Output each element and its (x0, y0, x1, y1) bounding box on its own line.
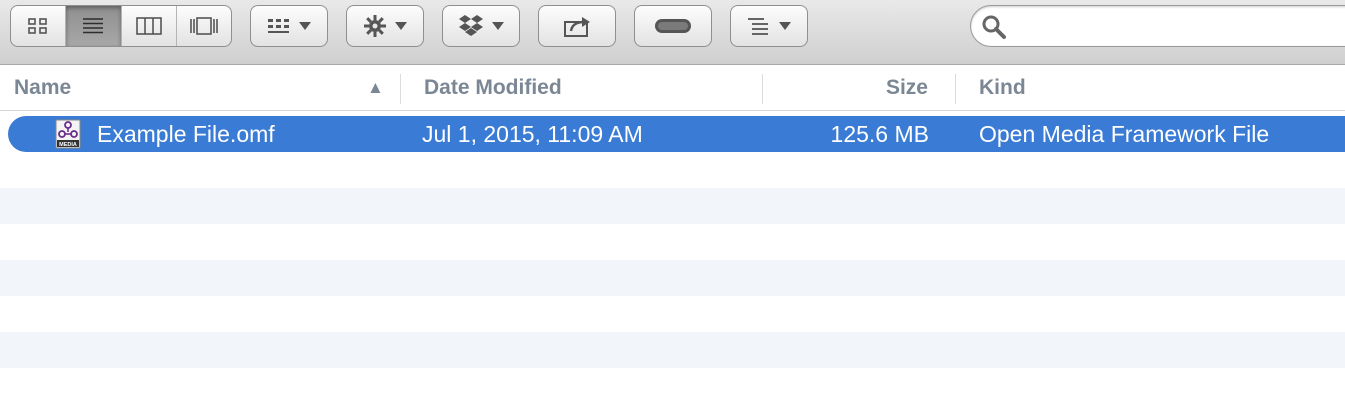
search-icon (982, 15, 1006, 39)
column-view-button[interactable] (122, 6, 177, 46)
share-icon (564, 17, 590, 37)
column-header-name-label: Name (14, 76, 72, 99)
column-header-kind[interactable]: Kind (979, 66, 1329, 110)
column-view-icon (135, 17, 162, 35)
column-header-size[interactable]: Size (762, 66, 928, 110)
file-icon-label: MEDIA (59, 142, 77, 148)
chevron-down-icon (492, 22, 504, 30)
chevron-down-icon (395, 22, 407, 30)
sort-list-icon (748, 18, 768, 35)
cover-flow-icon (190, 17, 218, 35)
search-field[interactable] (970, 5, 1345, 47)
action-button[interactable] (346, 5, 424, 47)
list-view-button[interactable] (66, 6, 122, 46)
chevron-down-icon (299, 22, 311, 30)
column-header-kind-label: Kind (979, 76, 1026, 99)
share-button[interactable] (538, 5, 616, 47)
dropbox-icon (459, 15, 483, 36)
chevron-down-icon (779, 22, 791, 30)
column-header-size-label: Size (885, 76, 928, 99)
tag-pill-icon (655, 19, 691, 33)
gear-icon (364, 15, 386, 37)
empty-row (0, 188, 1345, 224)
empty-row (0, 152, 1345, 188)
list-view-icon (83, 18, 104, 34)
column-divider[interactable] (955, 74, 956, 104)
column-header-date-modified[interactable]: Date Modified (424, 66, 754, 110)
dropbox-button[interactable] (442, 5, 520, 47)
finder-toolbar (0, 0, 1345, 65)
arrange-grid-icon (268, 19, 289, 33)
empty-row (0, 296, 1345, 332)
sort-ascending-icon: ▲ (367, 78, 384, 97)
empty-row (0, 332, 1345, 368)
empty-row (0, 224, 1345, 260)
omf-media-file-icon: MEDIA (55, 119, 81, 149)
icon-view-button[interactable] (11, 6, 67, 46)
search-input[interactable] (1015, 14, 1339, 40)
arrange-button[interactable] (250, 5, 328, 47)
file-name: Example File.omf (97, 121, 275, 147)
sort-button[interactable] (730, 5, 808, 47)
empty-row (0, 368, 1345, 404)
tags-button[interactable] (634, 5, 712, 47)
icon-view-icon (28, 18, 47, 34)
file-kind: Open Media Framework File (979, 121, 1270, 147)
column-header-name[interactable]: Name (14, 66, 394, 110)
column-header-date-label: Date Modified (424, 76, 562, 99)
column-divider[interactable] (400, 74, 401, 104)
file-date-modified: Jul 1, 2015, 11:09 AM (422, 121, 643, 147)
column-header: Name ▲ Date Modified Size Kind (0, 66, 1345, 111)
view-mode-segmented-control[interactable] (10, 5, 232, 47)
cover-flow-view-button[interactable] (177, 6, 231, 46)
empty-row (0, 260, 1345, 296)
file-size: 125.6 MB (830, 121, 929, 147)
